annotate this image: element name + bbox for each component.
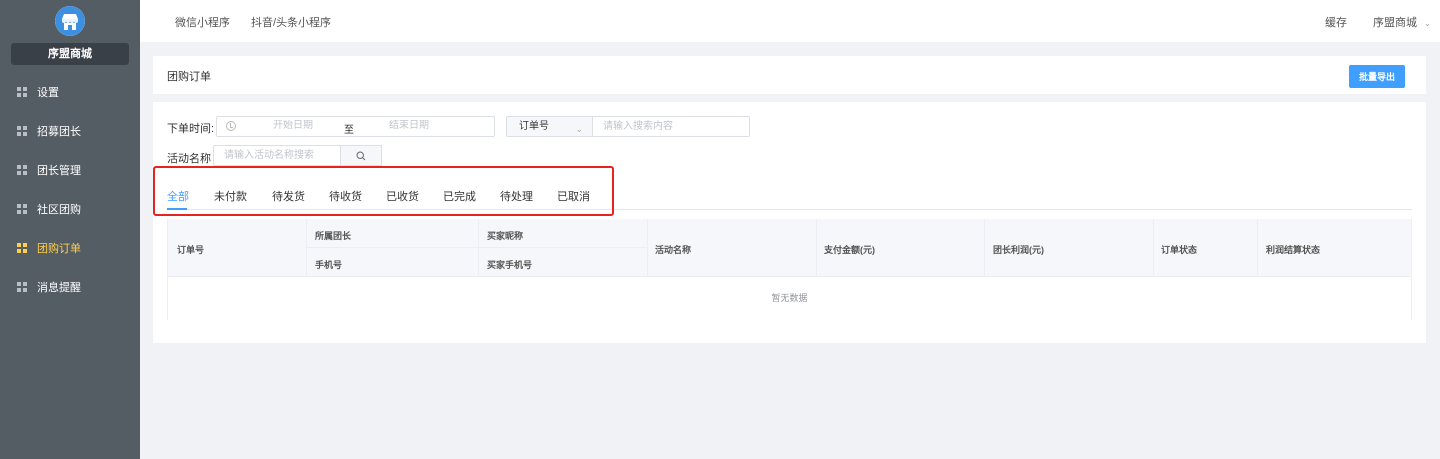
tab-completed[interactable]: 已完成 bbox=[443, 188, 476, 204]
grid-icon bbox=[17, 282, 27, 292]
tab-unpaid[interactable]: 未付款 bbox=[214, 188, 247, 204]
store-name: 序盟商城 bbox=[11, 43, 129, 65]
batch-export-button[interactable]: 批量导出 bbox=[1349, 65, 1405, 88]
top-bar: 微信小程序 抖音/头条小程序 缓存 序盟商城 ⌄ bbox=[140, 0, 1440, 42]
logo-area: 序盟商城 bbox=[0, 0, 140, 70]
sidebar-item-label: 招募团长 bbox=[37, 126, 81, 138]
user-menu-label: 序盟商城 bbox=[1373, 17, 1417, 29]
search-icon bbox=[356, 151, 366, 161]
date-range-picker[interactable]: 至 bbox=[216, 116, 495, 137]
search-input[interactable] bbox=[592, 116, 750, 137]
tab-douyin-mini-program[interactable]: 抖音/头条小程序 bbox=[251, 14, 331, 30]
header-activity-name: 活动名称 bbox=[655, 245, 692, 255]
cache-link[interactable]: 缓存 bbox=[1325, 14, 1347, 30]
order-status-tabs: 全部 未付款 待发货 待收货 已收货 已完成 待处理 已取消 bbox=[153, 180, 1413, 210]
tab-to-ship[interactable]: 待发货 bbox=[272, 188, 305, 204]
sidebar-item-community-group-buy[interactable]: 社区团购 bbox=[0, 190, 140, 228]
start-date-input[interactable] bbox=[253, 120, 333, 131]
header-buyer-nickname: 买家昵称 bbox=[487, 231, 524, 241]
header-buyer-phone: 买家手机号 bbox=[487, 260, 533, 270]
search-type-select[interactable]: 订单号 ⌄ bbox=[506, 116, 592, 137]
grid-icon bbox=[17, 126, 27, 136]
sidebar-item-label: 消息提醒 bbox=[37, 282, 81, 294]
row-divider bbox=[306, 247, 647, 248]
sidebar-item-recruit-leader[interactable]: 招募团长 bbox=[0, 112, 140, 150]
header-pay-amount: 支付金额(元) bbox=[824, 245, 875, 255]
sidebar-item-label: 团长管理 bbox=[37, 165, 81, 177]
tab-to-receive[interactable]: 待收货 bbox=[329, 188, 362, 204]
sidebar-item-settings[interactable]: 设置 bbox=[0, 73, 140, 111]
grid-icon bbox=[17, 87, 27, 97]
column-divider bbox=[1257, 219, 1258, 277]
tab-all[interactable]: 全部 bbox=[167, 188, 189, 204]
grid-icon bbox=[17, 243, 27, 253]
column-divider bbox=[816, 219, 817, 277]
column-divider bbox=[478, 219, 479, 277]
sidebar-item-message-reminder[interactable]: 消息提醒 bbox=[0, 268, 140, 306]
grid-icon bbox=[17, 165, 27, 175]
end-date-input[interactable] bbox=[369, 120, 449, 131]
chevron-down-icon: ⌄ bbox=[1424, 19, 1431, 28]
activity-name-input[interactable] bbox=[213, 145, 341, 166]
activity-search-button[interactable] bbox=[341, 145, 382, 166]
sidebar-item-group-orders[interactable]: 团购订单 bbox=[0, 229, 140, 267]
clock-icon bbox=[226, 121, 236, 131]
range-separator: 至 bbox=[344, 125, 354, 136]
column-divider bbox=[984, 219, 985, 277]
store-logo-icon bbox=[55, 6, 85, 36]
main-panel: 下单时间: 至 订单号 ⌄ 活动名称 全部 未付款 待发货 待收货 已收货 已完… bbox=[153, 102, 1426, 343]
orders-table: 订单号 所属团长 手机号 买家昵称 买家手机号 活动名称 支付金额(元) 团长利… bbox=[167, 219, 1412, 320]
sidebar-item-label: 团购订单 bbox=[37, 243, 81, 255]
header-settle-status: 利润结算状态 bbox=[1266, 245, 1321, 255]
activity-name-label: 活动名称 bbox=[167, 153, 211, 165]
sidebar: 序盟商城 设置 招募团长 团长管理 社区团购 团购订单 消息提醒 bbox=[0, 0, 140, 459]
tab-cancelled[interactable]: 已取消 bbox=[557, 188, 590, 204]
grid-icon bbox=[17, 204, 27, 214]
chevron-down-icon: ⌄ bbox=[575, 124, 583, 134]
tab-pending[interactable]: 待处理 bbox=[500, 188, 533, 204]
page-title: 团购订单 bbox=[167, 71, 211, 83]
order-time-label: 下单时间: bbox=[167, 123, 215, 135]
tabs-divider bbox=[167, 209, 1412, 210]
column-divider bbox=[306, 219, 307, 277]
header-phone: 手机号 bbox=[315, 260, 343, 270]
column-divider bbox=[647, 219, 648, 277]
title-panel: 团购订单 批量导出 bbox=[153, 56, 1426, 94]
user-menu[interactable]: 序盟商城 ⌄ bbox=[1373, 14, 1431, 30]
header-order-no: 订单号 bbox=[177, 245, 205, 255]
header-leader-profit: 团长利润(元) bbox=[993, 245, 1044, 255]
column-divider bbox=[1153, 219, 1154, 277]
table-header: 订单号 所属团长 手机号 买家昵称 买家手机号 活动名称 支付金额(元) 团长利… bbox=[168, 219, 1411, 277]
tab-wechat-mini-program[interactable]: 微信小程序 bbox=[175, 14, 230, 30]
tab-received[interactable]: 已收货 bbox=[386, 188, 419, 204]
empty-state-text: 暂无数据 bbox=[771, 293, 808, 303]
sidebar-item-leader-management[interactable]: 团长管理 bbox=[0, 151, 140, 189]
sidebar-item-label: 社区团购 bbox=[37, 204, 81, 216]
sidebar-item-label: 设置 bbox=[37, 87, 59, 99]
active-tab-indicator bbox=[167, 208, 187, 210]
search-type-value: 订单号 bbox=[519, 121, 549, 132]
header-leader: 所属团长 bbox=[315, 231, 352, 241]
header-order-status: 订单状态 bbox=[1161, 245, 1198, 255]
